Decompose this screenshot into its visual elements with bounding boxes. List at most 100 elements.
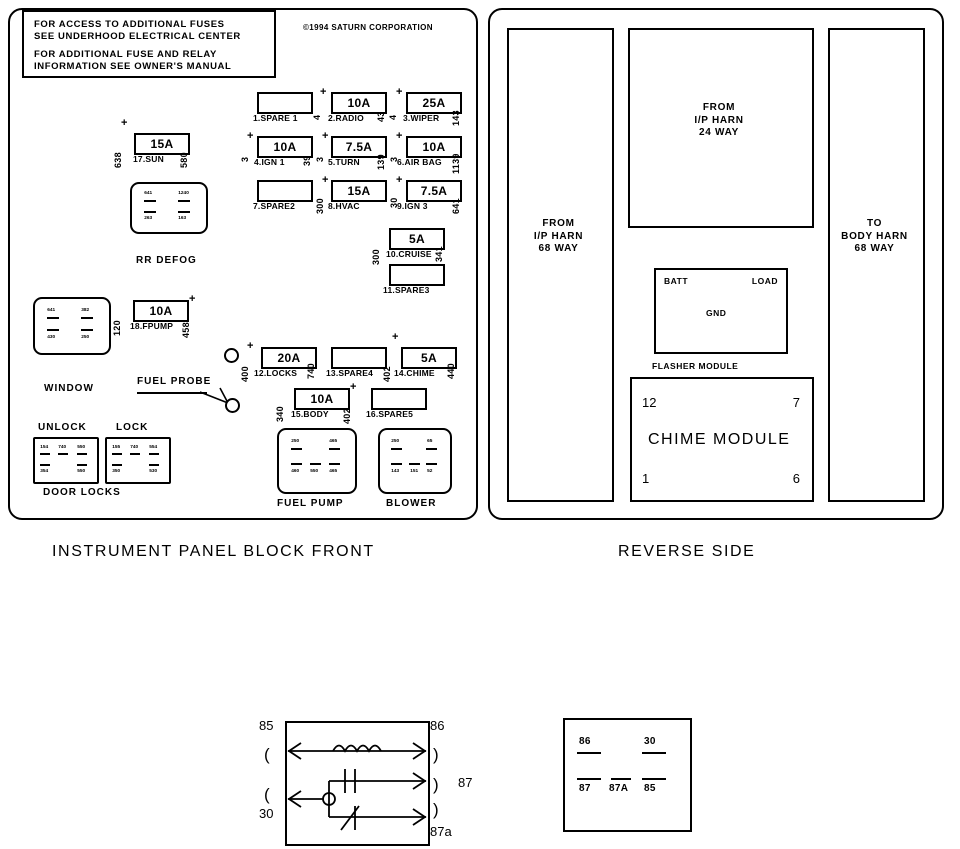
- fuse-14-plus: +: [392, 331, 399, 343]
- fuse-3-plus: +: [396, 86, 403, 98]
- connector-left-68way-label: FROM I/P HARN 68 WAY: [533, 218, 584, 254]
- fuse-18-label: 18.FPUMP: [130, 321, 174, 331]
- schematic-terminal-87a: 87a: [430, 824, 452, 839]
- fuse-1-label: 1.SPARE 1: [253, 113, 298, 123]
- fuse-12-label: 12.LOCKS: [254, 368, 298, 378]
- relay-blower-caption: BLOWER: [386, 498, 437, 509]
- connector-top-24way-label: FROM I/P HARN 24 WAY: [694, 102, 744, 138]
- fuse-15-body[interactable]: 10A: [294, 388, 350, 410]
- relay-rr-defog[interactable]: 641 1240 263 163: [130, 182, 208, 234]
- fuse-9-right-circuit: 641: [451, 198, 461, 214]
- chime-pin-12: 12: [642, 395, 657, 410]
- relay-blower-pin-2: 65: [427, 438, 433, 444]
- relay-window-pin-1: 641: [47, 307, 56, 313]
- flasher-load-terminal: LOAD: [751, 276, 778, 286]
- pinout-bar-30: [642, 752, 666, 754]
- relay-lock[interactable]: 155 740 554 350 530: [105, 437, 171, 484]
- notice-line-1: FOR ACCESS TO ADDITIONAL FUSES: [34, 19, 225, 30]
- relay-unlock-caption: UNLOCK: [38, 422, 87, 433]
- fuse-4-label: 4.IGN 1: [254, 157, 285, 167]
- fuse-18-fpump[interactable]: 10A: [133, 300, 189, 322]
- relay-window-pin-3: 430: [47, 334, 56, 340]
- pinout-label-87a: 87A: [609, 783, 629, 794]
- pinout-label-85: 85: [644, 783, 656, 794]
- relay-window-pin-2: 382: [81, 307, 90, 313]
- pinout-bar-87: [577, 778, 601, 780]
- pinout-bar-87a: [611, 778, 631, 780]
- fuse-11-spare3[interactable]: [389, 264, 445, 286]
- relay-unlock-pin-3: 550: [77, 444, 86, 450]
- relay-unlock-pin-4: 354: [40, 468, 49, 474]
- chime-module[interactable]: 12 7 CHIME MODULE 1 6: [630, 377, 814, 502]
- relay-unlock-pin-5: 550: [77, 468, 86, 474]
- fuse-17-plus: +: [121, 117, 128, 129]
- fuse-15-plus: +: [350, 381, 357, 393]
- fuse-2-right-circuit: 43: [376, 111, 386, 122]
- fuse-2-label: 2.RADIO: [328, 113, 364, 123]
- locks-terminal-circle: [224, 348, 239, 363]
- fuse-12-left-circuit: 400: [240, 366, 250, 382]
- fuse-15-left-circuit: 340: [275, 406, 285, 422]
- fuse-8-label: 8.HVAC: [328, 201, 360, 211]
- relay-lock-pin-3: 554: [149, 444, 158, 450]
- schematic-terminal-86: 86: [430, 718, 445, 733]
- relay-window-caption: WINDOW: [44, 383, 94, 394]
- fuse-16-label: 16.SPARE5: [366, 409, 413, 419]
- flasher-module[interactable]: BATT LOAD GND: [654, 268, 788, 354]
- fuse-16-spare5[interactable]: [371, 388, 427, 410]
- fuse-1-spare1[interactable]: [257, 92, 313, 114]
- schematic-terminal-87: 87: [458, 775, 473, 790]
- fuse-13-spare4[interactable]: [331, 347, 387, 369]
- fuse-5-left-circuit: 3: [315, 156, 325, 162]
- fuse-7-spare2[interactable]: [257, 180, 313, 202]
- relay-lock-pin-1: 155: [112, 444, 121, 450]
- fuse-3-label: 3.WIPER: [403, 113, 440, 123]
- connector-left-68way[interactable]: [507, 28, 614, 502]
- schematic-terminal-30: 30: [259, 806, 274, 821]
- relay-unlock-pin-1: 154: [40, 444, 49, 450]
- chime-pin-6: 6: [792, 471, 800, 486]
- pinout-label-87: 87: [579, 783, 591, 794]
- connector-right-68way[interactable]: [828, 28, 925, 502]
- copyright-notice: ©1994 SATURN CORPORATION: [303, 23, 433, 32]
- relay-unlock[interactable]: 154 740 550 354 550: [33, 437, 99, 484]
- fuse-11-label: 11.SPARE3: [383, 285, 430, 295]
- relay-lock-pin-4: 350: [112, 468, 121, 474]
- fuse-15-right-circuit: 402: [342, 408, 352, 424]
- schematic-terminal-85: 85: [259, 718, 274, 733]
- flasher-batt-terminal: BATT: [664, 276, 689, 286]
- fuse-10-label: 10.CRUISE: [386, 249, 432, 259]
- flasher-module-caption: FLASHER MODULE: [652, 361, 739, 371]
- fuse-5-plus: +: [322, 130, 329, 142]
- fuse-8-hvac[interactable]: 15A: [331, 180, 387, 202]
- fuse-5-label: 5.TURN: [328, 157, 360, 167]
- schematic-paren-85: (: [264, 745, 270, 764]
- fuel-probe-terminal: [225, 398, 240, 413]
- relay-blower[interactable]: 250 65 143 151 52: [378, 428, 452, 494]
- fuel-probe-leader-line: [137, 392, 207, 394]
- relay-window[interactable]: 641 382 430 250: [33, 297, 111, 355]
- relay-rr-defog-pin-1: 641: [144, 190, 153, 196]
- relay-schematic: [285, 721, 430, 846]
- flasher-gnd-terminal: GND: [706, 308, 727, 318]
- fuse-7-label: 7.SPARE2: [253, 201, 296, 211]
- relay-fuel-pump-pin-1: 250: [291, 438, 300, 444]
- fuse-17-right-circuit: 580: [179, 152, 189, 168]
- chime-module-title: CHIME MODULE: [648, 431, 791, 448]
- fuse-3-right-circuit: 143: [451, 110, 461, 126]
- relay-fuel-pump[interactable]: 250 465 460 550 465: [277, 428, 357, 494]
- fuse-15-label: 15.BODY: [291, 409, 329, 419]
- notice-line-2: SEE UNDERHOOD ELECTRICAL CENTER: [34, 31, 241, 42]
- chime-pin-1: 1: [642, 471, 650, 486]
- fuse-12-plus: +: [247, 340, 254, 352]
- fuse-9-plus: +: [396, 174, 403, 186]
- schematic-paren-86: ): [433, 745, 439, 764]
- notice-line-3: FOR ADDITIONAL FUSE AND RELAY: [34, 49, 217, 60]
- relay-unlock-pin-2: 740: [58, 444, 67, 450]
- relay-rr-defog-pin-2: 1240: [178, 190, 189, 196]
- fuse-5-right-circuit: 139: [376, 154, 386, 170]
- fuse-14-left-circuit: 402: [382, 366, 392, 382]
- pinout-bar-86: [577, 752, 601, 754]
- fuse-9-label: 9.IGN 3: [397, 201, 428, 211]
- fuse-18-left-circuit: 120: [112, 320, 122, 336]
